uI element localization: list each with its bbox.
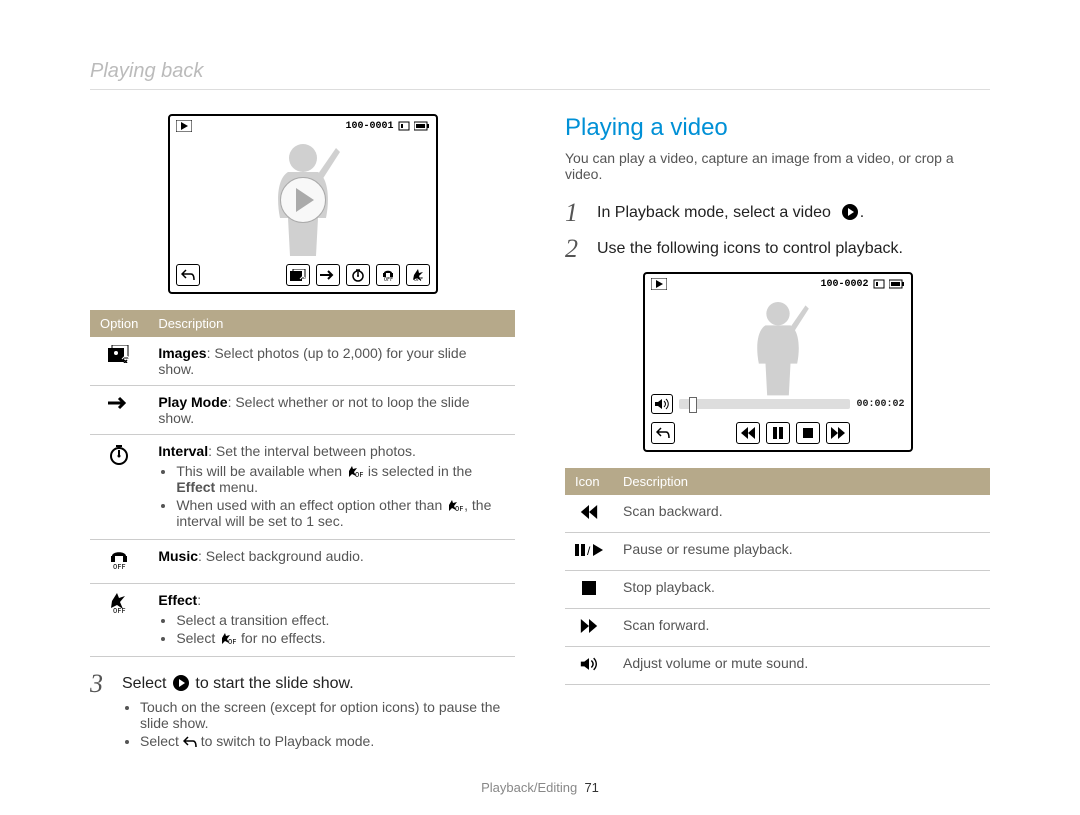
table-row: Images: Select photos (up to 2,000) for …: [90, 337, 515, 386]
table-row: OFF Effect: Select a transition effect. …: [90, 584, 515, 657]
play-mode-button[interactable]: [316, 264, 340, 286]
svg-text:OFF: OFF: [113, 607, 126, 614]
playback-mode-icon: [176, 120, 192, 133]
pause-button[interactable]: [766, 422, 790, 444]
memory-icon: [398, 121, 410, 131]
page-header: Playing back: [90, 60, 990, 90]
slideshow-options-table: Option Description Images: Select photos…: [90, 310, 515, 657]
video-icons-table: Icon Description Scan backward. / Pause …: [565, 468, 990, 685]
step-1: 1 In Playback mode, select a video .: [565, 200, 990, 226]
svg-text:OFF: OFF: [455, 505, 464, 512]
svg-text:OFF: OFF: [113, 563, 126, 570]
interval-button[interactable]: [346, 264, 370, 286]
interval-icon: [90, 435, 148, 540]
section-intro: You can play a video, capture an image f…: [565, 150, 990, 182]
step-number: 2: [565, 236, 585, 262]
table-row: Scan backward.: [565, 495, 990, 533]
play-overlay: [280, 177, 326, 223]
table-row: Adjust volume or mute sound.: [565, 647, 990, 685]
play-icon: [842, 204, 858, 220]
memory-icon: [873, 279, 885, 289]
table-row: Interval: Set the interval between photo…: [90, 435, 515, 540]
step-2: 2 Use the following icons to control pla…: [565, 236, 990, 262]
images-icon: [90, 337, 148, 386]
col-icon: Icon: [565, 468, 613, 495]
step-text: Use the following icons to control playb…: [597, 236, 903, 258]
rewind-button[interactable]: [736, 422, 760, 444]
file-counter: 100-0001: [345, 121, 393, 132]
battery-icon: [889, 279, 905, 289]
rewind-icon: [565, 495, 613, 533]
step-number: 3: [90, 671, 110, 697]
images-button[interactable]: [286, 264, 310, 286]
effect-button[interactable]: OFF: [406, 264, 430, 286]
back-arrow-icon: [183, 736, 197, 748]
step-number: 1: [565, 200, 585, 226]
effect-icon: OFF: [90, 584, 148, 657]
table-row: Stop playback.: [565, 571, 990, 609]
svg-text:OFF: OFF: [384, 277, 393, 282]
section-title: Playing a video: [565, 114, 990, 142]
col-description: Description: [613, 468, 990, 495]
step-3: 3 Select to start the slide show. Touch …: [90, 671, 515, 751]
step-text: In Playback mode, select a video .: [597, 200, 864, 222]
volume-button[interactable]: [651, 394, 673, 414]
progress-bar[interactable]: [679, 399, 851, 409]
playback-mode-icon: [651, 278, 667, 291]
play-icon: [173, 675, 189, 691]
page-footer: Playback/Editing 71: [0, 780, 1080, 795]
table-row: Play Mode: Select whether or not to loop…: [90, 386, 515, 435]
volume-icon: [565, 647, 613, 685]
play-mode-icon: [90, 386, 148, 435]
step-text: Select to start the slide show.: [122, 671, 515, 693]
music-icon: OFF: [90, 540, 148, 584]
back-button[interactable]: [651, 422, 675, 444]
timecode: 00:00:02: [856, 399, 904, 410]
svg-text:OFF: OFF: [414, 277, 423, 282]
stop-icon: [565, 571, 613, 609]
music-button[interactable]: OFF: [376, 264, 400, 286]
svg-text:OFF: OFF: [355, 471, 364, 478]
table-row: Scan forward.: [565, 609, 990, 647]
svg-text:OFF: OFF: [228, 638, 237, 645]
video-lcd: 100-0002 00:00:02: [643, 272, 913, 452]
right-column: Playing a video You can play a video, ca…: [565, 114, 990, 761]
file-counter: 100-0002: [820, 279, 868, 290]
col-option: Option: [90, 310, 148, 337]
pause-play-icon: /: [565, 533, 613, 571]
back-button[interactable]: [176, 264, 200, 286]
child-silhouette: [738, 297, 818, 397]
battery-icon: [414, 121, 430, 131]
left-column: 100-0001: [90, 114, 515, 761]
forward-button[interactable]: [826, 422, 850, 444]
col-description: Description: [148, 310, 515, 337]
forward-icon: [565, 609, 613, 647]
table-row: OFF Music: Select background audio.: [90, 540, 515, 584]
stop-button[interactable]: [796, 422, 820, 444]
table-row: / Pause or resume playback.: [565, 533, 990, 571]
slideshow-lcd: 100-0001: [168, 114, 438, 294]
svg-text:/: /: [587, 544, 591, 557]
